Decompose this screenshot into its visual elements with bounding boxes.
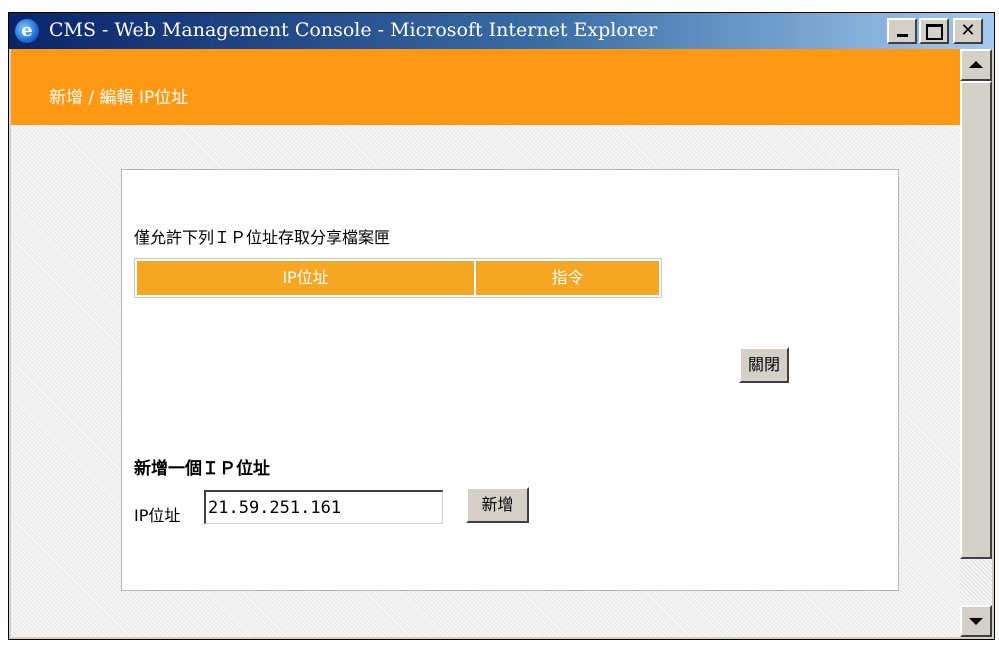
browser-window: e CMS - Web Management Console - Microso… — [8, 12, 995, 640]
allowed-ip-label: 僅允許下列ＩＰ位址存取分享檔案匣 — [134, 228, 391, 247]
scroll-up-button[interactable] — [960, 49, 992, 81]
page-title: 新增 / 編輯 IP位址 — [49, 88, 189, 108]
ie-icon: e — [15, 19, 39, 43]
column-header-ip: IP位址 — [137, 261, 474, 295]
close-button[interactable]: 關閉 — [739, 347, 789, 383]
close-window-button[interactable]: ✕ — [953, 18, 983, 44]
scroll-thumb[interactable] — [960, 81, 992, 559]
add-ip-section-title: 新增一個ＩＰ位址 — [134, 459, 270, 479]
close-icon: ✕ — [960, 20, 976, 41]
arrow-up-icon — [969, 61, 983, 68]
ip-panel: 僅允許下列ＩＰ位址存取分享檔案匣 IP位址 指令 關閉 新增一個ＩＰ位址 IP位… — [121, 169, 899, 591]
minimize-icon — [896, 34, 908, 37]
ip-field-label: IP位址 — [134, 506, 181, 525]
maximize-button[interactable] — [919, 18, 949, 44]
add-ip-button[interactable]: 新增 — [466, 487, 529, 523]
page-header: 新增 / 編輯 IP位址 — [11, 49, 960, 125]
column-header-command: 指令 — [476, 261, 659, 295]
scroll-down-button[interactable] — [960, 605, 992, 637]
title-bar[interactable]: e CMS - Web Management Console - Microso… — [9, 13, 994, 49]
maximize-icon — [925, 24, 943, 40]
page-content: 新增 / 編輯 IP位址 僅允許下列ＩＰ位址存取分享檔案匣 IP位址 指令 關閉… — [11, 49, 960, 637]
minimize-button[interactable] — [887, 18, 917, 44]
ip-address-input[interactable] — [204, 490, 443, 524]
arrow-down-icon — [969, 618, 983, 625]
window-title: CMS - Web Management Console - Microsoft… — [49, 19, 658, 41]
vertical-scrollbar[interactable] — [960, 49, 992, 637]
allowed-ip-table: IP位址 指令 — [134, 258, 662, 298]
